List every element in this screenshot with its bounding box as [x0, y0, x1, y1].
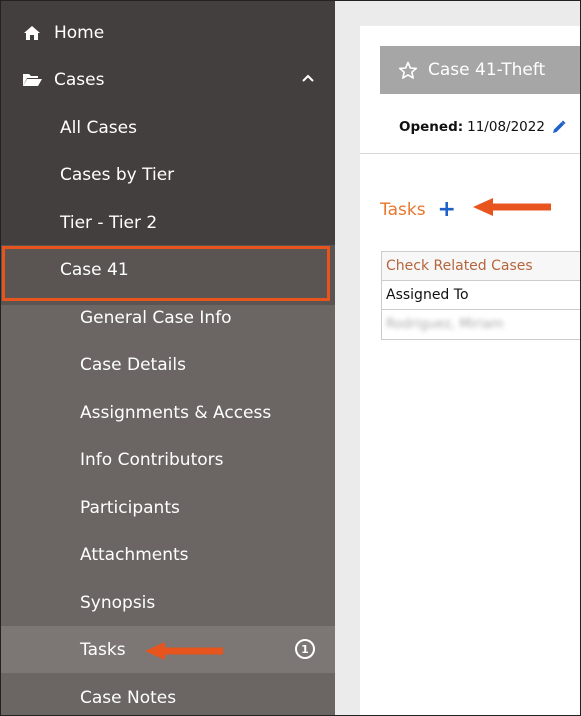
sidebar-item-label: Attachments [80, 544, 189, 565]
opened-date: 11/08/2022 [467, 119, 545, 135]
divider [360, 153, 580, 154]
sidebar-item-all-cases[interactable]: All Cases [1, 104, 335, 151]
table-row[interactable]: Rodriguez, Miriam [382, 310, 580, 340]
case-header: Case 41-Theft [380, 46, 580, 94]
arrow-pointer-icon [145, 642, 223, 660]
sidebar-item-tier[interactable]: Tier - Tier 2 [1, 199, 335, 246]
sidebar-item-label: Tier - Tier 2 [60, 212, 158, 233]
sidebar-item-label: Tasks [80, 639, 126, 660]
pencil-icon[interactable] [551, 119, 566, 135]
arrow-pointer-icon [473, 198, 551, 216]
tasks-count-badge: 1 [295, 639, 315, 659]
sidebar: Home Cases All Cases Cases by Tier Tier … [1, 1, 335, 715]
tasks-title: Tasks [380, 200, 426, 220]
sidebar-item-label: Participants [80, 497, 180, 518]
sidebar-item-info-contributors[interactable]: Info Contributors [1, 436, 335, 483]
sidebar-item-label: Case Details [80, 354, 186, 375]
sidebar-item-home[interactable]: Home [1, 9, 335, 56]
folder-open-icon [22, 72, 42, 87]
sidebar-item-label: All Cases [60, 117, 137, 138]
opened-info: Opened: 11/08/2022 [399, 119, 566, 135]
main-content: Case 41-Theft Opened: 11/08/2022 Tasks +… [335, 1, 580, 715]
assigned-to-value: Rodriguez, Miriam [386, 317, 504, 332]
sidebar-item-cases-by-tier[interactable]: Cases by Tier [1, 151, 335, 198]
tasks-section-header: Tasks + [380, 199, 456, 221]
sidebar-item-label: Cases [54, 69, 105, 90]
home-icon [23, 25, 41, 41]
sidebar-item-label: Case Notes [80, 687, 177, 708]
star-icon[interactable] [398, 61, 418, 80]
sidebar-item-general-case-info[interactable]: General Case Info [1, 294, 335, 341]
sidebar-item-participants[interactable]: Participants [1, 484, 335, 531]
app-frame: Home Cases All Cases Cases by Tier Tier … [0, 0, 581, 716]
sidebar-item-case-details[interactable]: Case Details [1, 341, 335, 388]
sidebar-item-attachments[interactable]: Attachments [1, 531, 335, 578]
sidebar-item-label: Synopsis [80, 592, 156, 613]
chevron-up-icon[interactable] [302, 73, 314, 83]
sidebar-item-label: Home [54, 22, 105, 43]
sidebar-item-label: Cases by Tier [60, 164, 175, 185]
sidebar-item-label: Info Contributors [80, 449, 224, 470]
sidebar-item-cases[interactable]: Cases [1, 56, 335, 103]
sidebar-item-label: General Case Info [80, 307, 232, 328]
tasks-table: Check Related Cases Assigned To Rodrigue… [381, 251, 580, 340]
sidebar-item-synopsis[interactable]: Synopsis [1, 579, 335, 626]
case-title: Case 41-Theft [428, 60, 546, 80]
add-task-button[interactable]: + [438, 199, 456, 221]
opened-label: Opened: [399, 119, 464, 135]
sidebar-item-case-notes[interactable]: Case Notes [1, 674, 335, 715]
check-related-cases-link[interactable]: Check Related Cases [382, 252, 580, 281]
sidebar-item-assignments-access[interactable]: Assignments & Access [1, 389, 335, 436]
sidebar-item-label: Assignments & Access [80, 402, 272, 423]
column-header-assigned-to: Assigned To [382, 281, 580, 310]
case-highlight-box [2, 246, 330, 301]
